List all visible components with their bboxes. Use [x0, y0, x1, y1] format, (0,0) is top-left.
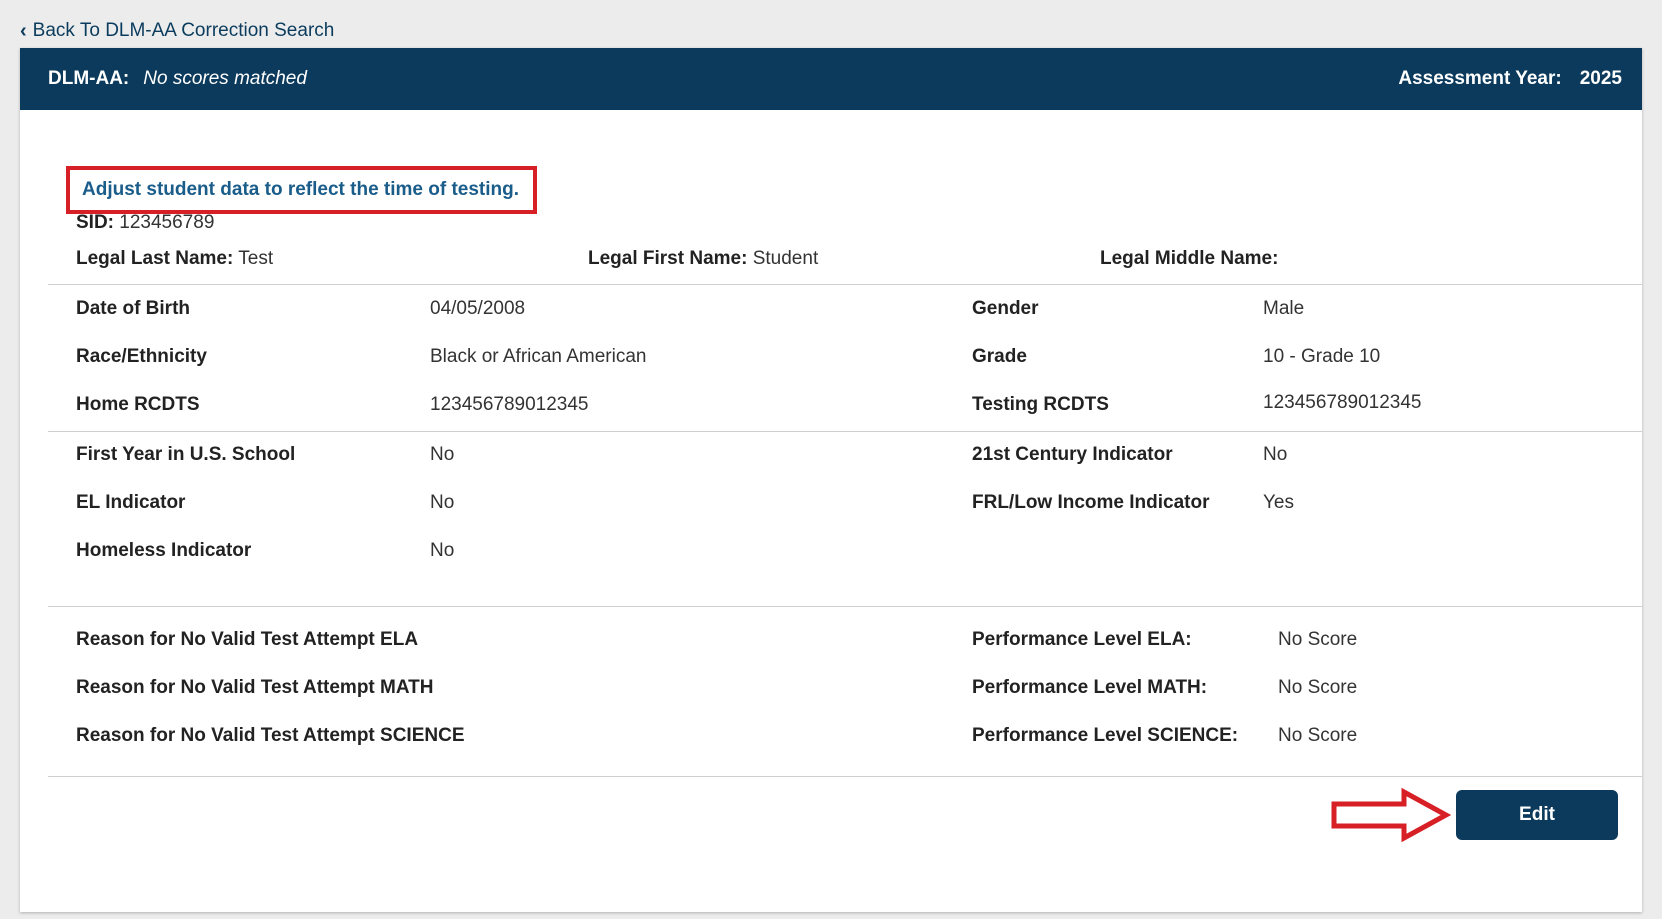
dob-value: 04/05/2008 [430, 298, 526, 319]
instruction-callout: Adjust student data to reflect the time … [66, 166, 538, 214]
match-status: No scores matched [143, 68, 307, 89]
ela-perf-value: No Score [1278, 629, 1358, 650]
dob-label: Date of Birth [76, 298, 190, 319]
last-name-label: Legal Last Name: [76, 248, 234, 269]
first-name-row: Legal First Name: Student [588, 248, 818, 270]
middle-name-row: Legal Middle Name: [1100, 248, 1278, 270]
first-year-label: First Year in U.S. School [76, 444, 296, 465]
testing-rcdts-label: Testing RCDTS [972, 394, 1109, 415]
divider [48, 776, 1642, 777]
first-name-value: Student [752, 248, 819, 269]
century-label: 21st Century Indicator [972, 444, 1173, 465]
chevron-left-icon: ‹ [20, 20, 27, 42]
el-label: EL Indicator [76, 492, 186, 513]
assessment-year: 2025 [1579, 68, 1622, 89]
gender-label: Gender [972, 298, 1039, 319]
divider [48, 431, 1642, 432]
back-link[interactable]: ‹ Back To DLM-AA Correction Search [20, 20, 334, 42]
ela-perf-label: Performance Level ELA: [972, 629, 1192, 650]
homeless-label: Homeless Indicator [76, 540, 252, 561]
divider [48, 284, 1642, 285]
frl-label: FRL/Low Income Indicator [972, 492, 1210, 513]
math-perf-label: Performance Level MATH: [972, 677, 1208, 698]
race-label: Race/Ethnicity [76, 346, 207, 367]
science-perf-value: No Score [1278, 725, 1358, 746]
first-name-label: Legal First Name: [588, 248, 748, 269]
century-value: No [1263, 444, 1288, 465]
math-reason-label: Reason for No Valid Test Attempt MATH [76, 677, 434, 698]
math-perf-value: No Score [1278, 677, 1358, 698]
grade-value: 10 - Grade 10 [1263, 346, 1381, 367]
ela-reason-label: Reason for No Valid Test Attempt ELA [76, 629, 419, 650]
science-perf-label: Performance Level SCIENCE: [972, 725, 1239, 746]
race-value: Black or African American [430, 346, 647, 367]
student-record-card: DLM-AA: No scores matched Assessment Year… [20, 48, 1642, 912]
right-arrow-icon [1331, 787, 1452, 843]
last-name-value: Test [238, 248, 274, 269]
edit-button[interactable]: Edit [1456, 790, 1618, 840]
divider [48, 606, 1642, 607]
home-rcdts-value: 123456789012345 [430, 394, 589, 415]
program-label: DLM-AA: [48, 68, 130, 89]
frl-value: Yes [1263, 492, 1294, 513]
last-name-row: Legal Last Name: Test [76, 248, 273, 270]
el-value: No [430, 492, 455, 513]
header-right: Assessment Year: 2025 [1398, 68, 1622, 90]
back-link-label: Back To DLM-AA Correction Search [32, 20, 335, 41]
year-label: Assessment Year: [1398, 68, 1562, 89]
homeless-value: No [430, 540, 455, 561]
first-year-value: No [430, 444, 455, 465]
sid-label: SID: [76, 212, 114, 233]
sid-value: 123456789 [119, 212, 215, 233]
testing-rcdts-value: 123456789012345 [1263, 392, 1422, 413]
gender-value: Male [1263, 298, 1305, 319]
instruction-text: Adjust student data to reflect the time … [82, 179, 520, 200]
header-left: DLM-AA: No scores matched [48, 68, 307, 90]
science-reason-label: Reason for No Valid Test Attempt SCIENCE [76, 725, 465, 746]
record-header: DLM-AA: No scores matched Assessment Year… [20, 48, 1642, 110]
home-rcdts-label: Home RCDTS [76, 394, 200, 415]
grade-label: Grade [972, 346, 1027, 367]
sid-row: SID: 123456789 [76, 212, 214, 234]
middle-name-label: Legal Middle Name: [1100, 248, 1279, 269]
